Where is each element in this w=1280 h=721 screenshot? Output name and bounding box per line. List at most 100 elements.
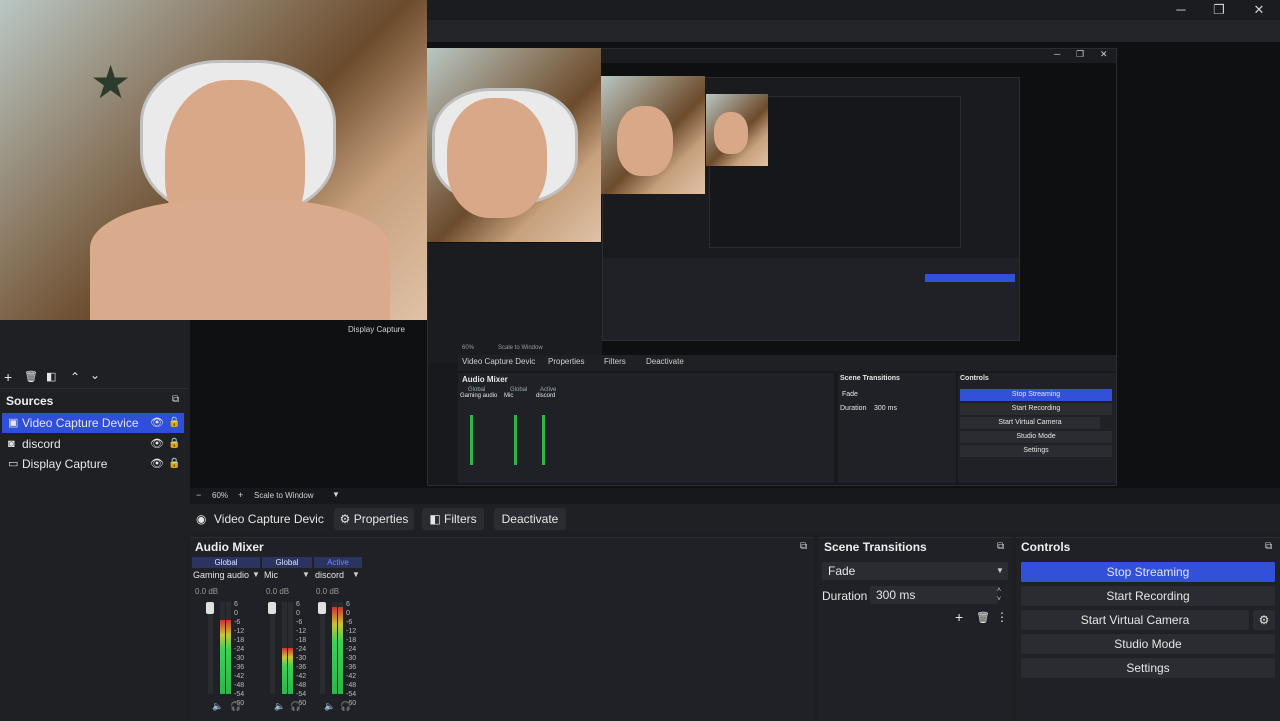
volume-slider-track[interactable] [320,602,325,694]
channel-tag: Global [262,557,312,568]
stop-streaming-button[interactable]: Stop Streaming [1021,562,1275,582]
zoom-bar [190,488,1280,504]
deactivate-button[interactable]: Deactivate [494,508,566,530]
db-scale-tick: -54 [234,691,245,698]
remove-scene-icon[interactable]: 🗑 [24,370,38,383]
properties-button[interactable]: ⚙ Properties [334,508,414,530]
add-transition-button[interactable]: + [955,609,963,625]
db-scale-tick: -36 [296,664,307,671]
nested-display-capture-label: Display Capture [348,325,405,334]
scene-transitions-float-icon[interactable]: ⧉ [997,541,1004,552]
db-scale-tick: -48 [346,682,357,689]
volume-slider-track[interactable] [208,602,213,694]
virtual-camera-settings-gear-icon[interactable]: ⚙ [1253,610,1275,630]
volume-slider-track[interactable] [270,602,275,694]
maximize-button[interactable]: ❐ [1200,0,1238,20]
nested-ch1-meter [470,415,473,465]
level-meter-fill [338,606,343,694]
nested-scale: Scale to Window [498,345,543,351]
source-label: Video Capture Device [22,416,139,430]
start-virtual-camera-button[interactable]: Start Virtual Camera [1021,610,1249,630]
scale-dropdown-icon[interactable]: ▼ [332,490,340,499]
source-row-display-capture[interactable]: ▭ Display Capture 👁 🔒 [2,454,184,474]
speaker-icon[interactable]: 🔈 [274,701,285,712]
controls-float-icon[interactable]: ⧉ [1265,541,1272,552]
db-scale-tick: -48 [296,682,307,689]
db-scale-tick: -12 [234,628,245,635]
nested-level-2-docks [603,258,1019,340]
transition-more-icon[interactable]: ⋮ [996,610,1008,624]
channel-db: 0.0 dB [266,587,290,596]
db-scale-tick: 6 [234,601,238,608]
nested-filters: Filters [604,357,626,366]
scene-transitions-title: Scene Transitions [824,540,927,554]
gear-icon: ⚙ [339,512,351,526]
channel-dropdown-icon[interactable]: ▼ [252,570,260,579]
visibility-eye-icon[interactable]: 👁 [150,413,164,433]
duration-label: Duration [822,589,868,603]
level-meter [332,602,337,694]
source-row-video-capture[interactable]: ▣ Video Capture Device 👁 🔒 [2,413,184,433]
speaker-icon[interactable]: 🔈 [212,701,223,712]
scene-filters-icon[interactable]: ◧ [46,370,56,383]
channel-name[interactable]: discord [315,570,344,580]
volume-slider-handle[interactable] [206,602,214,614]
selected-source-label: Video Capture Devic [214,512,324,526]
speaker-icon[interactable]: 🔈 [324,701,335,712]
transition-select[interactable]: Fade [822,562,1008,580]
visibility-eye-icon[interactable]: 👁 [150,454,164,474]
volume-slider-handle[interactable] [318,602,326,614]
scale-mode-select[interactable]: Scale to Window [254,491,314,500]
move-up-icon[interactable]: ⌃ [70,370,80,384]
star-decor-icon: ★ [90,56,132,108]
duration-stepper-icon[interactable]: ˄ ˅ [997,586,1001,604]
nested-duration: 300 ms [874,405,897,412]
lock-icon[interactable]: 🔒 [168,413,180,433]
lock-icon[interactable]: 🔒 [168,454,180,474]
audio-mixer-float-icon[interactable]: ⧉ [800,541,807,552]
channel-dropdown-icon[interactable]: ▼ [302,570,310,579]
minimize-button[interactable]: ─ [1162,0,1200,20]
webcam-preview: ★ [0,0,427,320]
nested-fade: Fade [842,391,858,398]
db-scale-tick: -18 [346,637,357,644]
properties-label: Properties [353,512,409,526]
level-meter [282,602,287,694]
headphone-monitor-icon[interactable]: 🎧 [230,701,241,712]
studio-mode-button[interactable]: Studio Mode [1021,634,1275,654]
settings-button[interactable]: Settings [1021,658,1275,678]
volume-slider-handle[interactable] [268,602,276,614]
db-scale-tick: -36 [346,664,357,671]
transition-value: Fade [828,564,856,578]
headphone-monitor-icon[interactable]: 🎧 [290,701,301,712]
headphone-monitor-icon[interactable]: 🎧 [340,701,351,712]
add-scene-button[interactable]: + [4,369,12,385]
db-scale-tick: 0 [234,610,238,617]
nested-face-3 [714,112,748,154]
close-button[interactable]: ✕ [1240,0,1278,20]
channel-name[interactable]: Gaming audio [193,570,249,580]
visibility-eye-icon[interactable]: 👁 [150,434,164,454]
audio-mixer-title: Audio Mixer [195,540,264,554]
nested-audio-mixer: Audio Mixer Global Global Active Gaming … [458,373,834,483]
channel-tag: Global [192,557,260,568]
zoom-out-button[interactable]: − [196,490,201,500]
move-down-icon[interactable]: ⌄ [90,368,100,382]
zoom-in-button[interactable]: + [238,490,243,500]
audio-icon: ◙ [8,438,15,450]
db-scale-tick: 0 [346,610,350,617]
db-scale-tick: -24 [346,646,357,653]
db-scale-tick: -18 [234,637,245,644]
channel-name[interactable]: Mic [264,570,278,580]
channel-dropdown-icon[interactable]: ▼ [352,570,360,579]
remove-transition-icon[interactable]: 🗑 [976,611,990,624]
level-meter-fill [282,648,287,694]
source-row-discord[interactable]: ◙ discord 👁 🔒 [2,434,184,454]
duration-input[interactable]: 300 ms [870,586,998,604]
chevron-down-icon: ▼ [996,566,1004,575]
lock-icon[interactable]: 🔒 [168,434,180,454]
start-recording-button[interactable]: Start Recording [1021,586,1275,606]
filters-label: Filters [444,512,477,526]
sources-float-icon[interactable]: ⧉ [172,394,179,405]
filters-button[interactable]: ◧ Filters [422,508,484,530]
